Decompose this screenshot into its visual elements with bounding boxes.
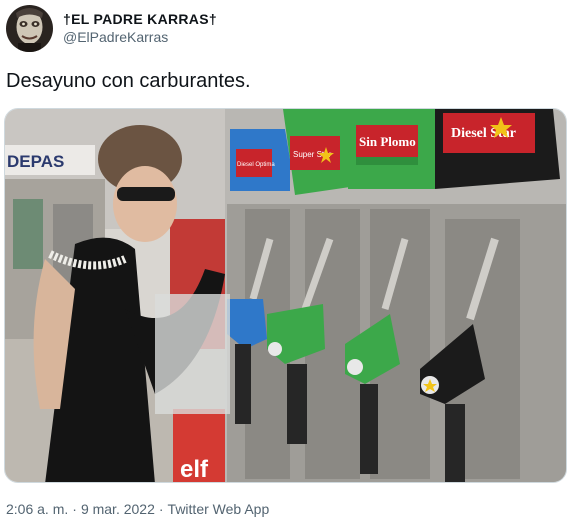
pump-label-1: Diesel Optima [237, 162, 275, 168]
tweet-text: Desayuno con carburantes. [6, 70, 251, 92]
pump-head-4: Diesel Star [435, 109, 560, 189]
separator-dot: · [72, 501, 77, 517]
pump-head-1: Diesel Optima [230, 129, 290, 191]
tweet-metadata: 2:06 a. m. · 9 mar. 2022 · Twitter Web App [6, 501, 269, 517]
author-display-name[interactable]: †EL PADRE KARRAS† [63, 10, 217, 28]
tweet-timestamp-time[interactable]: 2:06 a. m. [6, 501, 68, 517]
tweet-header: †EL PADRE KARRAS† @ElPadreKarras [6, 4, 217, 52]
separator-dot: · [158, 501, 164, 517]
tweet-media-photo[interactable]: DEPAS elf Diesel Optima Super Star Sin P… [4, 108, 567, 483]
store-sign-text: DEPAS [7, 152, 64, 171]
pump-label-3: Sin Plomo [359, 134, 416, 149]
avatar[interactable] [6, 4, 53, 52]
pump-head-3: Sin Plomo [348, 109, 435, 189]
author-handle[interactable]: @ElPadreKarras [63, 28, 217, 46]
tweet-source[interactable]: Twitter Web App [168, 501, 270, 517]
tweet-timestamp-date[interactable]: 9 mar. 2022 [81, 501, 155, 517]
red-sign-text: elf [180, 456, 209, 483]
